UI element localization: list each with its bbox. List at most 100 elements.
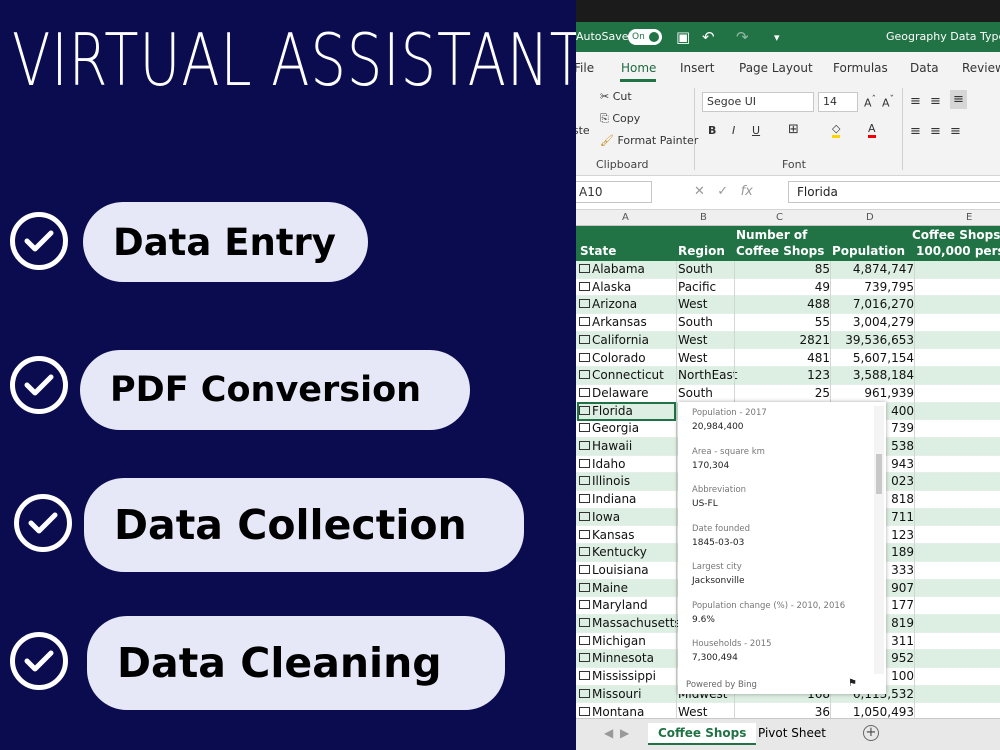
header-per-line2[interactable]: 100,000 perso: [916, 244, 1000, 258]
cell-state[interactable]: Minnesota: [592, 651, 654, 665]
cell-state[interactable]: Maryland: [592, 598, 648, 612]
cell-pop[interactable]: 333: [891, 563, 914, 577]
cell-pop[interactable]: 7,016,270: [853, 297, 914, 311]
tab-formulas[interactable]: Formulas: [833, 61, 888, 75]
cell-pop[interactable]: 3,588,184: [853, 368, 914, 382]
cell-region[interactable]: West: [678, 297, 708, 311]
table-row[interactable]: California West 2821 39,536,653: [576, 331, 1000, 350]
cell-shops[interactable]: 49: [815, 280, 830, 294]
sheet-tab-pivot-sheet[interactable]: Pivot Sheet: [748, 723, 836, 745]
cell-state[interactable]: Georgia: [592, 421, 639, 435]
cell-pop[interactable]: 907: [891, 581, 914, 595]
format-painter-button[interactable]: 🖌 Format Painter: [600, 134, 698, 147]
cell-shops[interactable]: 85: [815, 262, 830, 276]
cell-state[interactable]: Mississippi: [592, 669, 656, 683]
cell-pop[interactable]: 100: [891, 669, 914, 683]
column-header-a[interactable]: A: [622, 212, 629, 223]
table-row[interactable]: Alaska Pacific 49 739,795: [576, 278, 1000, 297]
geography-map-icon[interactable]: [579, 494, 590, 504]
geography-map-icon[interactable]: [579, 688, 590, 698]
scroll-sheets-right-icon[interactable]: ▶: [620, 726, 629, 740]
font-size-select[interactable]: 14: [818, 92, 858, 112]
cell-state[interactable]: Connecticut: [592, 368, 664, 382]
font-name-select[interactable]: Segoe UI: [702, 92, 814, 112]
column-header-e[interactable]: E: [966, 212, 972, 223]
cell-shops[interactable]: 25: [815, 386, 830, 400]
underline-button[interactable]: U: [752, 124, 760, 137]
geography-map-icon[interactable]: [579, 299, 590, 309]
cell-state[interactable]: Maine: [592, 581, 628, 595]
geography-map-icon[interactable]: [579, 352, 590, 362]
fill-color-icon[interactable]: ◇: [832, 122, 841, 138]
cell-region[interactable]: West: [678, 705, 708, 719]
cell-shops[interactable]: 36: [815, 705, 830, 719]
cell-shops[interactable]: 123: [807, 368, 830, 382]
column-header-d[interactable]: D: [866, 212, 874, 223]
cell-region[interactable]: South: [678, 315, 713, 329]
cell-region[interactable]: NorthEast: [678, 368, 737, 382]
redo-icon[interactable]: ↷: [736, 28, 749, 46]
cell-state[interactable]: Arizona: [592, 297, 637, 311]
cell-pop[interactable]: 943: [891, 457, 914, 471]
undo-icon[interactable]: ↶: [702, 28, 715, 46]
align-middle-icon[interactable]: ≡: [930, 94, 941, 109]
cell-pop[interactable]: 739: [891, 421, 914, 435]
cell-state[interactable]: Hawaii: [592, 439, 632, 453]
geography-map-icon[interactable]: [579, 511, 590, 521]
table-row[interactable]: Connecticut NorthEast 123 3,588,184: [576, 367, 1000, 385]
cell-pop[interactable]: 538: [891, 439, 914, 453]
cell-state[interactable]: Colorado: [592, 351, 646, 365]
cell-pop[interactable]: 3,004,279: [853, 315, 914, 329]
column-header-c[interactable]: C: [776, 212, 783, 223]
cell-pop[interactable]: 5,607,154: [853, 351, 914, 365]
borders-icon[interactable]: ⊞: [788, 122, 799, 137]
geography-map-icon[interactable]: [579, 458, 590, 468]
geography-map-icon[interactable]: [579, 529, 590, 539]
italic-button[interactable]: I: [732, 124, 735, 137]
cell-state[interactable]: Kentucky: [592, 545, 647, 559]
cell-state[interactable]: Illinois: [592, 474, 630, 488]
grow-font-icon[interactable]: Aˆ: [864, 94, 876, 110]
cut-button[interactable]: ✂ Cut: [600, 90, 632, 103]
cell-pop[interactable]: 39,536,653: [845, 333, 914, 347]
flag-icon[interactable]: ⚑: [848, 678, 857, 689]
align-bottom-icon[interactable]: ≡: [950, 90, 967, 109]
geography-map-icon[interactable]: [579, 582, 590, 592]
cell-pop[interactable]: 819: [891, 616, 914, 630]
bold-button[interactable]: B: [708, 124, 716, 137]
tab-review[interactable]: Review: [962, 61, 1000, 75]
cell-shops[interactable]: 481: [807, 351, 830, 365]
cell-region[interactable]: West: [678, 333, 708, 347]
cell-state[interactable]: Louisiana: [592, 563, 649, 577]
cell-shops[interactable]: 488: [807, 297, 830, 311]
geography-map-icon[interactable]: [579, 671, 590, 681]
name-box[interactable]: A10: [576, 181, 652, 203]
header-shops-line2[interactable]: Coffee Shops: [736, 244, 824, 258]
geography-map-icon[interactable]: [579, 334, 590, 344]
header-state[interactable]: State: [580, 244, 616, 258]
tab-insert[interactable]: Insert: [680, 61, 714, 75]
cell-pop[interactable]: 311: [891, 634, 914, 648]
cell-pop[interactable]: 952: [891, 651, 914, 665]
geography-map-icon[interactable]: [579, 370, 590, 380]
cell-state[interactable]: Michigan: [592, 634, 646, 648]
cell-state[interactable]: Arkansas: [592, 315, 647, 329]
cell-pop[interactable]: 1,050,493: [853, 705, 914, 719]
table-row[interactable]: Arkansas South 55 3,004,279: [576, 314, 1000, 332]
shrink-font-icon[interactable]: Aˇ: [882, 94, 894, 110]
cell-state[interactable]: Iowa: [592, 510, 620, 524]
cell-state[interactable]: Indiana: [592, 492, 636, 506]
cell-region[interactable]: South: [678, 262, 713, 276]
font-color-icon[interactable]: A: [868, 122, 876, 138]
header-region[interactable]: Region: [678, 244, 725, 258]
align-center-icon[interactable]: ≡: [930, 124, 941, 139]
geography-map-icon[interactable]: [579, 706, 590, 716]
geography-map-icon[interactable]: [579, 618, 590, 627]
tab-file[interactable]: File: [576, 61, 594, 75]
cell-pop[interactable]: 177: [891, 598, 914, 612]
table-row[interactable]: Colorado West 481 5,607,154: [576, 349, 1000, 368]
geography-map-icon[interactable]: [579, 476, 590, 486]
cell-pop[interactable]: 739,795: [864, 280, 914, 294]
cell-state[interactable]: Montana: [592, 705, 644, 719]
cell-state[interactable]: California: [592, 333, 649, 347]
